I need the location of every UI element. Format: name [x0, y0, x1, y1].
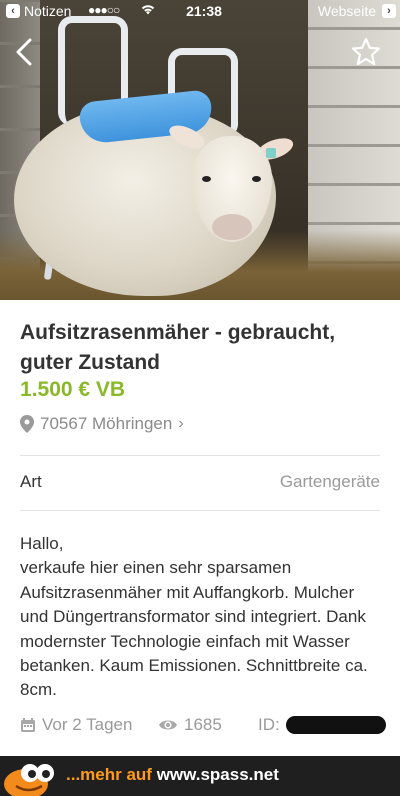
- divider: [20, 455, 380, 456]
- eye-icon: [159, 720, 177, 730]
- calendar-icon: [21, 718, 35, 732]
- mascot-logo: [4, 764, 54, 796]
- view-count-text: 1685: [184, 715, 222, 734]
- sheep-eye: [202, 176, 211, 182]
- listing-description: Hallo, verkaufe hier einen sehr sparsame…: [20, 534, 368, 700]
- watermark-bar: ...mehr auf www.spass.net: [0, 756, 400, 796]
- signal-strength: ●●●○○: [88, 3, 120, 17]
- back-to-app-icon[interactable]: ‹: [6, 4, 20, 18]
- listing-photo[interactable]: [0, 0, 400, 300]
- forward-to-website-icon[interactable]: ›: [382, 4, 396, 18]
- listing-price: 1.500 € VB: [20, 378, 126, 401]
- clock: 21:38: [186, 3, 222, 19]
- back-to-app-label[interactable]: Notizen: [24, 3, 71, 19]
- listing-title: Aufsitzrasenmäher - gebraucht, guter Zus…: [20, 321, 336, 374]
- location-text: 70567 Möhringen: [40, 414, 173, 433]
- location-link[interactable]: 70567 Möhringen ›: [20, 414, 184, 434]
- chevron-left-icon[interactable]: [14, 38, 40, 68]
- star-outline-icon[interactable]: [350, 36, 382, 68]
- watermark-text: ...mehr auf www.spass.net: [66, 765, 279, 785]
- listing-id-label: ID:: [258, 715, 280, 734]
- listing-meta: Vor 2 Tagen 1685 ID:: [20, 715, 386, 737]
- wifi-icon: [140, 2, 156, 19]
- sheep-nose: [212, 214, 252, 240]
- watermark-prefix: ...mehr auf: [66, 765, 152, 784]
- chevron-right-icon: ›: [178, 415, 184, 432]
- redacted-id: [286, 716, 386, 734]
- website-link-label[interactable]: Webseite: [318, 3, 376, 19]
- posted-date: Vor 2 Tagen: [20, 715, 132, 735]
- attribute-label: Art: [20, 472, 42, 491]
- view-count: 1685: [158, 715, 222, 735]
- sheep-eye: [252, 176, 261, 182]
- ear-tag: [266, 148, 276, 158]
- posted-date-text: Vor 2 Tagen: [42, 715, 133, 734]
- map-pin-icon: [20, 415, 34, 433]
- attribute-value: Gartengeräte: [279, 472, 380, 491]
- watermark-site: www.spass.net: [156, 765, 279, 784]
- listing-id: ID:: [258, 715, 280, 735]
- status-bar: ‹ Notizen ●●●○○ 21:38 Webseite ›: [0, 0, 400, 22]
- divider: [20, 510, 380, 511]
